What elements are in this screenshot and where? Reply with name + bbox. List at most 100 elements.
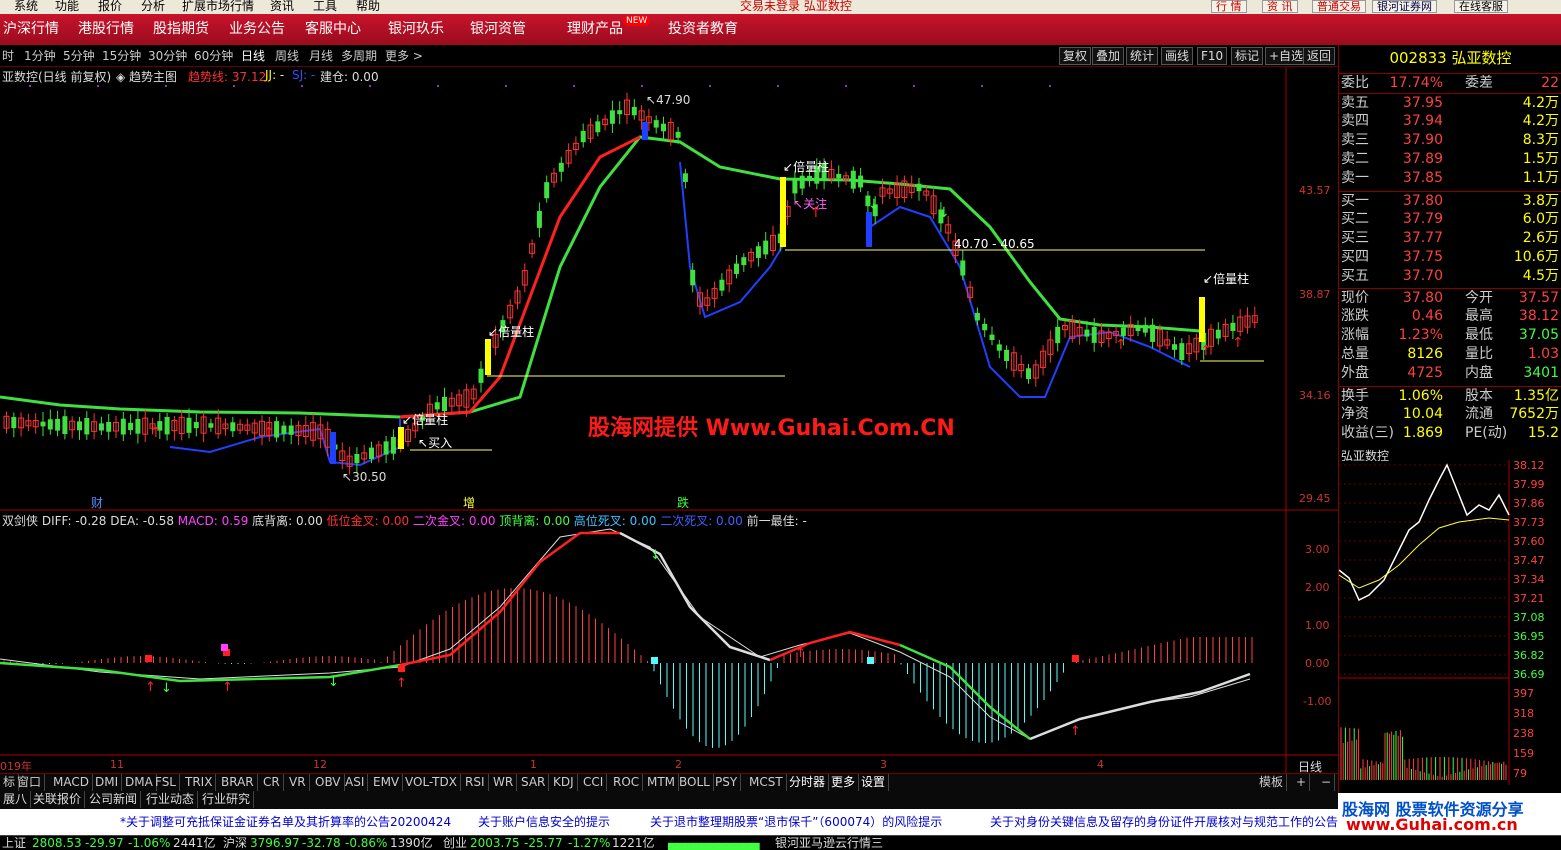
stat-row-2-label: 涨跌: [1341, 308, 1369, 324]
indicator-tab-9[interactable]: CR: [260, 774, 284, 791]
menu-info[interactable]: 资讯: [270, 0, 294, 13]
indicator-tab-14[interactable]: VOL-TDX: [402, 774, 461, 791]
period-more[interactable]: 更多 >: [385, 45, 423, 67]
menu-system[interactable]: 系统: [14, 0, 38, 13]
nav-joy[interactable]: 银河玖乐: [388, 14, 444, 45]
candle-body: [281, 425, 287, 434]
add-window-button[interactable]: +: [1293, 774, 1311, 791]
news-item-2[interactable]: 关于账户信息安全的提示: [478, 809, 610, 835]
period-monthly[interactable]: 月线: [309, 45, 333, 67]
range-annotation: 40.70 - 40.65: [954, 237, 1035, 251]
low-annotation: ↖30.50: [342, 470, 387, 484]
indicator-tab-20[interactable]: ROC: [610, 774, 644, 791]
menu-tools[interactable]: 工具: [313, 0, 337, 13]
period-5min[interactable]: 5分钟: [63, 45, 95, 67]
broker-site-button[interactable]: 银河证券网: [1372, 0, 1437, 13]
trend-chart-button[interactable]: ◈ 趋势主图: [116, 68, 177, 85]
menu-extended-market[interactable]: 扩展市场行情: [182, 0, 254, 13]
mark-button[interactable]: 标记: [1231, 47, 1264, 65]
indicator-tab-2[interactable]: 窗口: [14, 774, 46, 791]
nav-notice[interactable]: 业务公告: [229, 14, 285, 45]
indicator-tab-12[interactable]: ASI: [342, 774, 369, 791]
indicator-tab-8[interactable]: BRAR: [218, 774, 258, 791]
menu-analysis[interactable]: 分析: [141, 0, 165, 13]
event-marker-cai[interactable]: 财: [91, 494, 103, 511]
period-intraday[interactable]: 时: [2, 45, 14, 67]
nav-education[interactable]: 投资者教育: [668, 14, 738, 45]
event-marker-die[interactable]: 跌: [677, 494, 689, 511]
nav-hk[interactable]: 港股行情: [78, 14, 134, 45]
info-tab-2[interactable]: 关联报价: [30, 791, 86, 808]
news-item-1[interactable]: *关于调整可充抵保证金证券名单及其折算率的公告20200424: [120, 809, 451, 835]
nav-asset[interactable]: 银河资管: [470, 14, 526, 45]
period-daily[interactable]: 日线: [241, 45, 265, 67]
indicator-tab-11[interactable]: OBV: [312, 774, 345, 791]
fuquan-button[interactable]: 复权: [1059, 47, 1092, 65]
remove-window-button[interactable]: −: [1318, 774, 1336, 791]
indicator-tab-22[interactable]: BOLL: [676, 774, 714, 791]
indicator-tab-4[interactable]: DMI: [92, 774, 123, 791]
bid-row-5-value: 37.70: [1402, 268, 1443, 284]
stats-button[interactable]: 统计: [1126, 47, 1159, 65]
nav-service[interactable]: 客服中心: [305, 14, 361, 45]
indicator-tab-19[interactable]: CCI: [580, 774, 608, 791]
mini-price-tick: 37.60: [1513, 535, 1545, 548]
period-15min[interactable]: 15分钟: [102, 45, 141, 67]
info-tab-4[interactable]: 行业动态: [143, 791, 199, 808]
period-30min[interactable]: 30分钟: [148, 45, 187, 67]
menu-quote[interactable]: 报价: [98, 0, 122, 13]
blue-bar-1: [642, 122, 648, 140]
back-button[interactable]: 返回: [1303, 47, 1336, 65]
indicator-tab-24[interactable]: MCST: [746, 774, 787, 791]
info-tab-3[interactable]: 公司新闻: [86, 791, 142, 808]
indicator-tab-25[interactable]: 分时器: [786, 774, 830, 791]
nav-futures[interactable]: 股指期货: [153, 14, 209, 45]
indicator-tab-23[interactable]: PSY: [712, 774, 742, 791]
event-marker-zeng[interactable]: 增: [463, 494, 475, 511]
info-mode-button[interactable]: 资 讯: [1262, 0, 1298, 13]
f10-button[interactable]: F10: [1197, 47, 1228, 65]
nav-wealth[interactable]: 理财产品: [567, 14, 623, 45]
menu-help[interactable]: 帮助: [356, 0, 380, 13]
indicator-tab-15[interactable]: RSI: [462, 774, 489, 791]
ask-row-5-volume: 4.2万: [1522, 95, 1559, 111]
info-tab-5[interactable]: 行业研究: [199, 791, 255, 808]
period-weekly[interactable]: 周线: [275, 45, 299, 67]
intraday-mini-chart[interactable]: 38.12 37.99 37.86 37.73 37.60 37.47 37.34 37.21…: [1339, 460, 1561, 790]
indicator-tab-7[interactable]: TRIX: [182, 774, 217, 791]
indicator-tab-27[interactable]: 设置: [858, 774, 890, 791]
nav-shsz[interactable]: 沪深行情: [3, 14, 59, 45]
sh-index-value: 2808.53: [32, 836, 82, 850]
indicator-tab-16[interactable]: WR: [490, 774, 518, 791]
news-item-4[interactable]: 关于对身份关键信息及留存的身份证件开展核对与规范工作的公告: [990, 809, 1338, 835]
online-service-button[interactable]: 在线客服: [1454, 0, 1508, 13]
indicator-tab-3[interactable]: MACD: [50, 774, 93, 791]
ask-row-5: 卖五 37.95 4.2万: [1339, 93, 1561, 112]
info-tab-1[interactable]: 展八: [0, 791, 32, 808]
indicator-tab-26[interactable]: 更多: [828, 774, 860, 791]
mini-vol-tick: 397: [1513, 687, 1534, 700]
beiliang-annotation-2: ↙倍量柱: [402, 413, 449, 427]
overlay-button[interactable]: 叠加: [1092, 47, 1125, 65]
indicator-tab-17[interactable]: SAR: [518, 774, 550, 791]
kline-chart-area[interactable]: ↑ ↑ ↑ ↑ ↑ ↑ ↓ ↓ ↑ ↑ ↑ ↑ ↑ ↓ ↓ ↓ 亚数控(日线 前复权) ◈ 趋势主图 趋势线:…: [0, 67, 1338, 774]
quote-mode-button[interactable]: 行 情: [1211, 0, 1247, 13]
indicator-tab-10[interactable]: VR: [286, 774, 310, 791]
template-button[interactable]: 模板: [1256, 774, 1288, 791]
period-multi[interactable]: 多周期: [341, 45, 377, 67]
watermark: 股海网提供 Www.Guhai.Com.CN: [588, 416, 955, 441]
indicator-tab-13[interactable]: EMV: [370, 774, 404, 791]
add-watch-button[interactable]: +自选: [1265, 47, 1308, 65]
period-1min[interactable]: 1分钟: [24, 45, 56, 67]
indicator-tab-21[interactable]: MTM: [644, 774, 680, 791]
draw-button[interactable]: 画线: [1161, 47, 1194, 65]
sz-index-pct: -0.86%: [345, 836, 388, 850]
indicator-tab-18[interactable]: KDJ: [550, 774, 578, 791]
x-label-1: 019年: [0, 760, 32, 773]
menu-function[interactable]: 功能: [55, 0, 79, 13]
indicator-tab-6[interactable]: FSL: [152, 774, 180, 791]
trade-button[interactable]: 普通交易: [1312, 0, 1366, 13]
period-60min[interactable]: 60分钟: [194, 45, 233, 67]
news-item-3[interactable]: 关于退市整理期股票“退市保千”（600074）的风险提示: [650, 809, 942, 835]
beiliang-annotation-3: ↙倍量柱: [783, 160, 830, 174]
